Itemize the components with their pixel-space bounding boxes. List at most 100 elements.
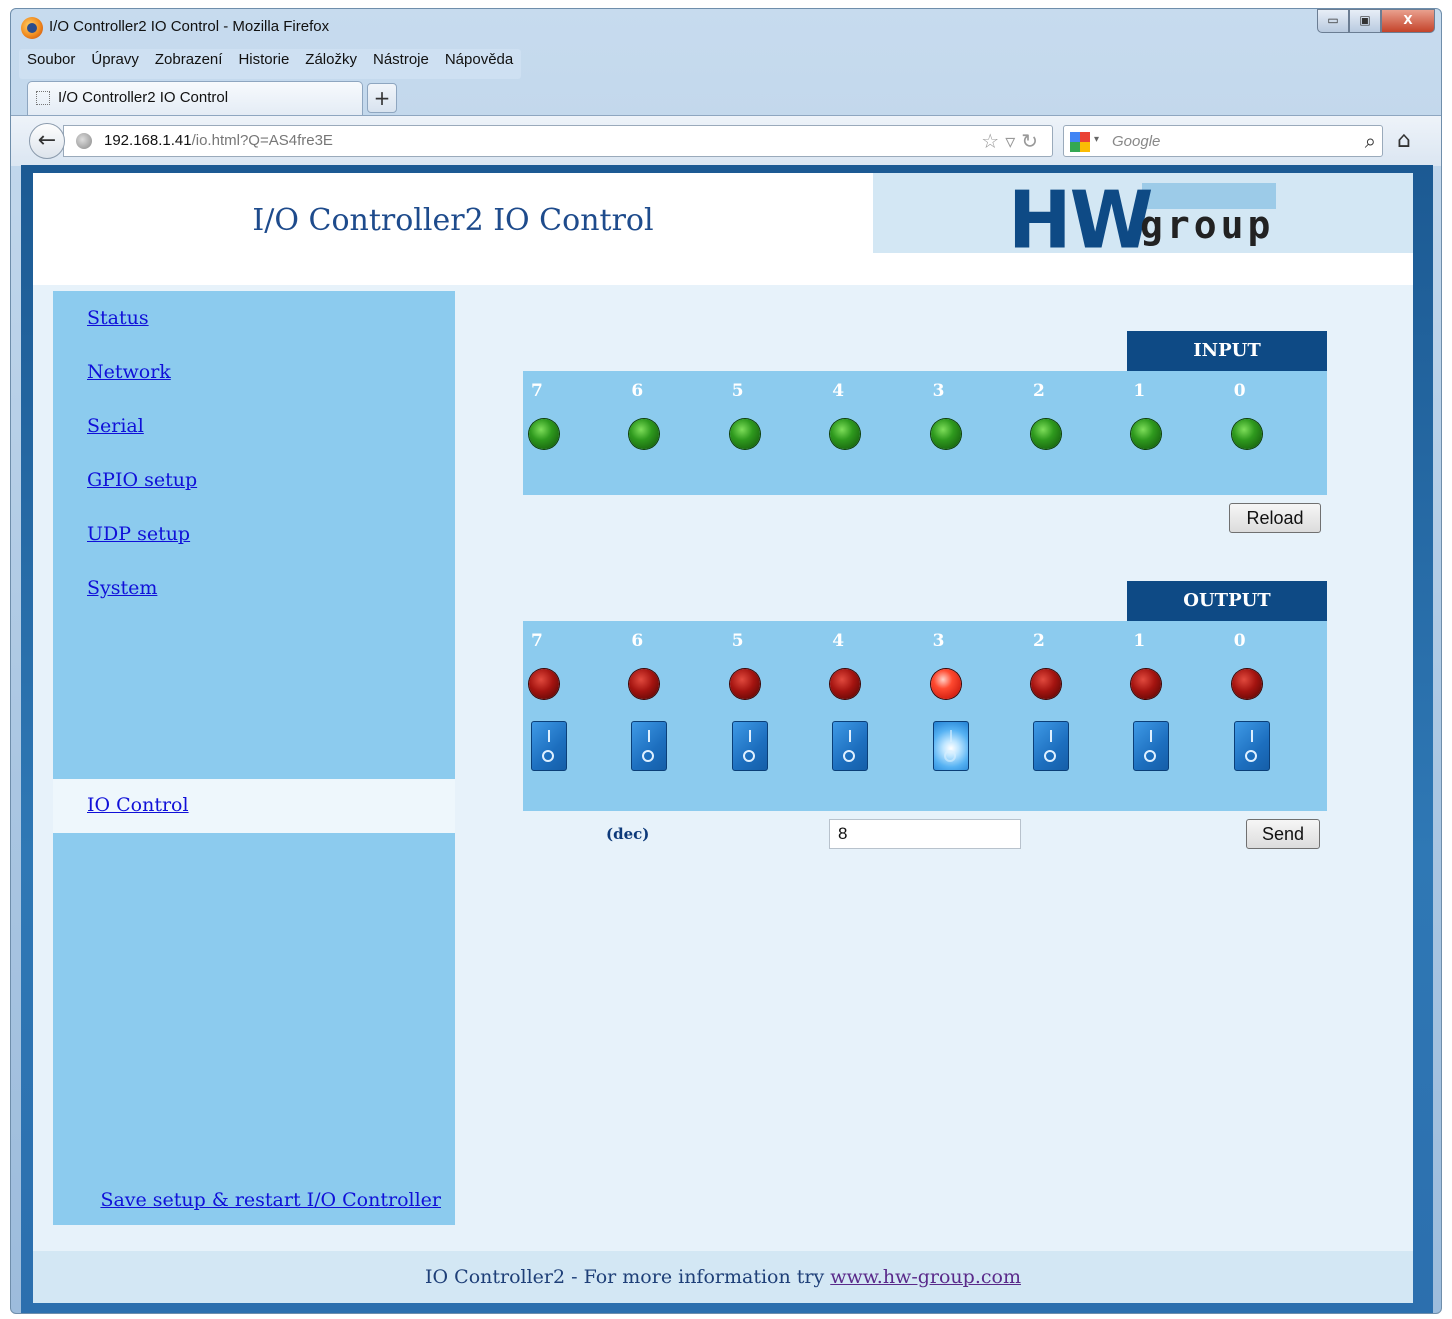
input-channel-number: 1 [1133, 381, 1146, 401]
input-channel-number: 6 [631, 381, 644, 401]
input-channel-number: 5 [731, 381, 744, 401]
output-toggle-switch[interactable] [1233, 721, 1270, 771]
nav-udp-setup[interactable]: UDP setup [87, 523, 190, 545]
output-led-icon [1031, 669, 1061, 699]
footer-text: IO Controller2 - For more information tr… [425, 1266, 831, 1288]
nav-network[interactable]: Network [87, 361, 171, 383]
nav-serial[interactable]: Serial [87, 415, 144, 437]
output-led-icon [1131, 669, 1162, 699]
output-led-icon [629, 669, 660, 699]
input-channel-number: 0 [1233, 381, 1246, 401]
nav-system[interactable]: System [87, 577, 157, 599]
sidebar: Status Network Serial GPIO setup UDP set… [53, 291, 455, 779]
switch-on-mark-icon [1250, 730, 1253, 742]
menu-napoveda[interactable]: Nápověda [445, 51, 513, 77]
switch-off-mark-icon [943, 750, 956, 762]
input-box: 7 6 5 4 3 2 1 0 [523, 371, 1327, 495]
switch-on-mark-icon [1050, 730, 1052, 742]
nav-status[interactable]: Status [87, 307, 149, 329]
logo-hw: HW [1008, 172, 1153, 267]
bookmark-star-icon[interactable]: ☆ [981, 129, 1005, 153]
output-channel-number: 3 [932, 631, 945, 651]
switch-off-mark-icon [542, 750, 554, 762]
tab-io-control[interactable]: I/O Controller2 IO Control [27, 81, 363, 115]
page-title: I/O Controller2 IO Control [252, 203, 654, 238]
output-channel-number: 1 [1133, 631, 1146, 651]
output-led-icon [529, 669, 559, 699]
menu-zalozky[interactable]: Záložky [305, 51, 357, 77]
home-icon[interactable]: ⌂ [1397, 128, 1411, 153]
switch-on-mark-icon [849, 730, 852, 742]
output-channel-number: 7 [531, 631, 543, 651]
footer-link[interactable]: www.hw-group.com [830, 1266, 1021, 1288]
output-led-icon [1231, 669, 1262, 699]
input-heading: INPUT [1127, 331, 1327, 371]
switch-on-mark-icon [748, 730, 751, 742]
search-placeholder: Google [1112, 133, 1161, 150]
save-restart-link[interactable]: Save setup & restart I/O Controller [100, 1189, 441, 1211]
nav-gpio-setup[interactable]: GPIO setup [87, 469, 197, 491]
url-actions: ☆▿↻ [981, 129, 1044, 153]
input-led-icon [629, 419, 660, 449]
reload-button[interactable]: Reload [1229, 503, 1321, 533]
output-toggle-switch[interactable] [932, 721, 969, 771]
input-led-icon [1031, 419, 1061, 449]
search-icon[interactable]: ⌕ [1365, 129, 1376, 153]
input-led-icon [1131, 419, 1162, 449]
window-title: I/O Controller2 IO Control - Mozilla Fir… [49, 18, 330, 35]
output-toggle-switch[interactable] [631, 721, 668, 771]
output-channel-number: 6 [631, 631, 644, 651]
output-channel-number: 5 [731, 631, 744, 651]
address-bar[interactable]: 192.168.1.41/io.html?Q=AS4fre3E ☆▿↻ [63, 125, 1053, 157]
output-toggle-switch[interactable] [1033, 721, 1069, 771]
output-toggle-switch[interactable] [832, 721, 869, 771]
search-engine-dropdown-icon[interactable]: ▾ [1094, 134, 1099, 145]
dec-label: (dec) [606, 825, 650, 843]
title-bar: I/O Controller2 IO Control - Mozilla Fir… [11, 9, 1441, 47]
input-led-icon [830, 419, 861, 449]
input-channel-number: 3 [932, 381, 945, 401]
output-box: 7 6 5 4 3 2 1 0 [523, 621, 1327, 811]
output-led-icon [930, 669, 961, 699]
output-led-icon [830, 669, 861, 699]
output-toggle-switch[interactable] [531, 721, 567, 771]
switch-off-mark-icon [843, 750, 856, 762]
dec-value-input[interactable] [829, 819, 1021, 849]
output-channel-number: 2 [1033, 631, 1045, 651]
page-container: I/O Controller2 IO Control HW group Stat… [33, 172, 1413, 1303]
switch-off-mark-icon [1144, 750, 1157, 762]
new-tab-button[interactable]: + [367, 83, 397, 113]
output-toggle-switch[interactable] [731, 721, 768, 771]
menu-historie[interactable]: Historie [238, 51, 289, 77]
close-button[interactable]: X [1381, 9, 1435, 33]
nav-io-control[interactable]: IO Control [87, 794, 189, 816]
back-button[interactable]: ← [29, 123, 65, 159]
maximize-button[interactable]: ▣ [1349, 9, 1381, 33]
output-heading: OUTPUT [1127, 581, 1327, 621]
switch-off-mark-icon [1044, 750, 1056, 762]
send-button[interactable]: Send [1246, 819, 1320, 849]
site-identity-icon[interactable] [76, 133, 92, 149]
navigation-toolbar: 192.168.1.41/io.html?Q=AS4fre3E ☆▿↻ ← ▾ … [11, 115, 1441, 166]
sidebar-lower: Save setup & restart I/O Controller [53, 833, 455, 1225]
menu-zobrazeni[interactable]: Zobrazení [155, 51, 223, 77]
window-controls: ▭ ▣ X [1317, 9, 1435, 33]
url-host: 192.168.1.41 [104, 132, 192, 149]
menu-soubor[interactable]: Soubor [27, 51, 75, 77]
google-icon[interactable] [1070, 132, 1090, 152]
minimize-button[interactable]: ▭ [1317, 9, 1349, 33]
footer: IO Controller2 - For more information tr… [33, 1251, 1413, 1303]
output-toggle-switch[interactable] [1133, 721, 1170, 771]
sidebar-active-row: IO Control [53, 779, 455, 833]
reload-icon[interactable]: ↻ [1021, 129, 1044, 153]
input-led-icon [930, 419, 961, 449]
switch-off-mark-icon [1244, 750, 1257, 762]
menu-bar: Soubor Úpravy Zobrazení Historie Záložky… [19, 49, 522, 79]
page-icon [36, 91, 50, 105]
history-dropdown-icon[interactable]: ▿ [1005, 129, 1021, 153]
menu-upravy[interactable]: Úpravy [91, 51, 139, 77]
menu-nastroje[interactable]: Nástroje [373, 51, 429, 77]
input-led-icon [1231, 419, 1262, 449]
search-bar[interactable]: ▾ Google ⌕ [1063, 125, 1383, 157]
firefox-icon [21, 17, 43, 39]
